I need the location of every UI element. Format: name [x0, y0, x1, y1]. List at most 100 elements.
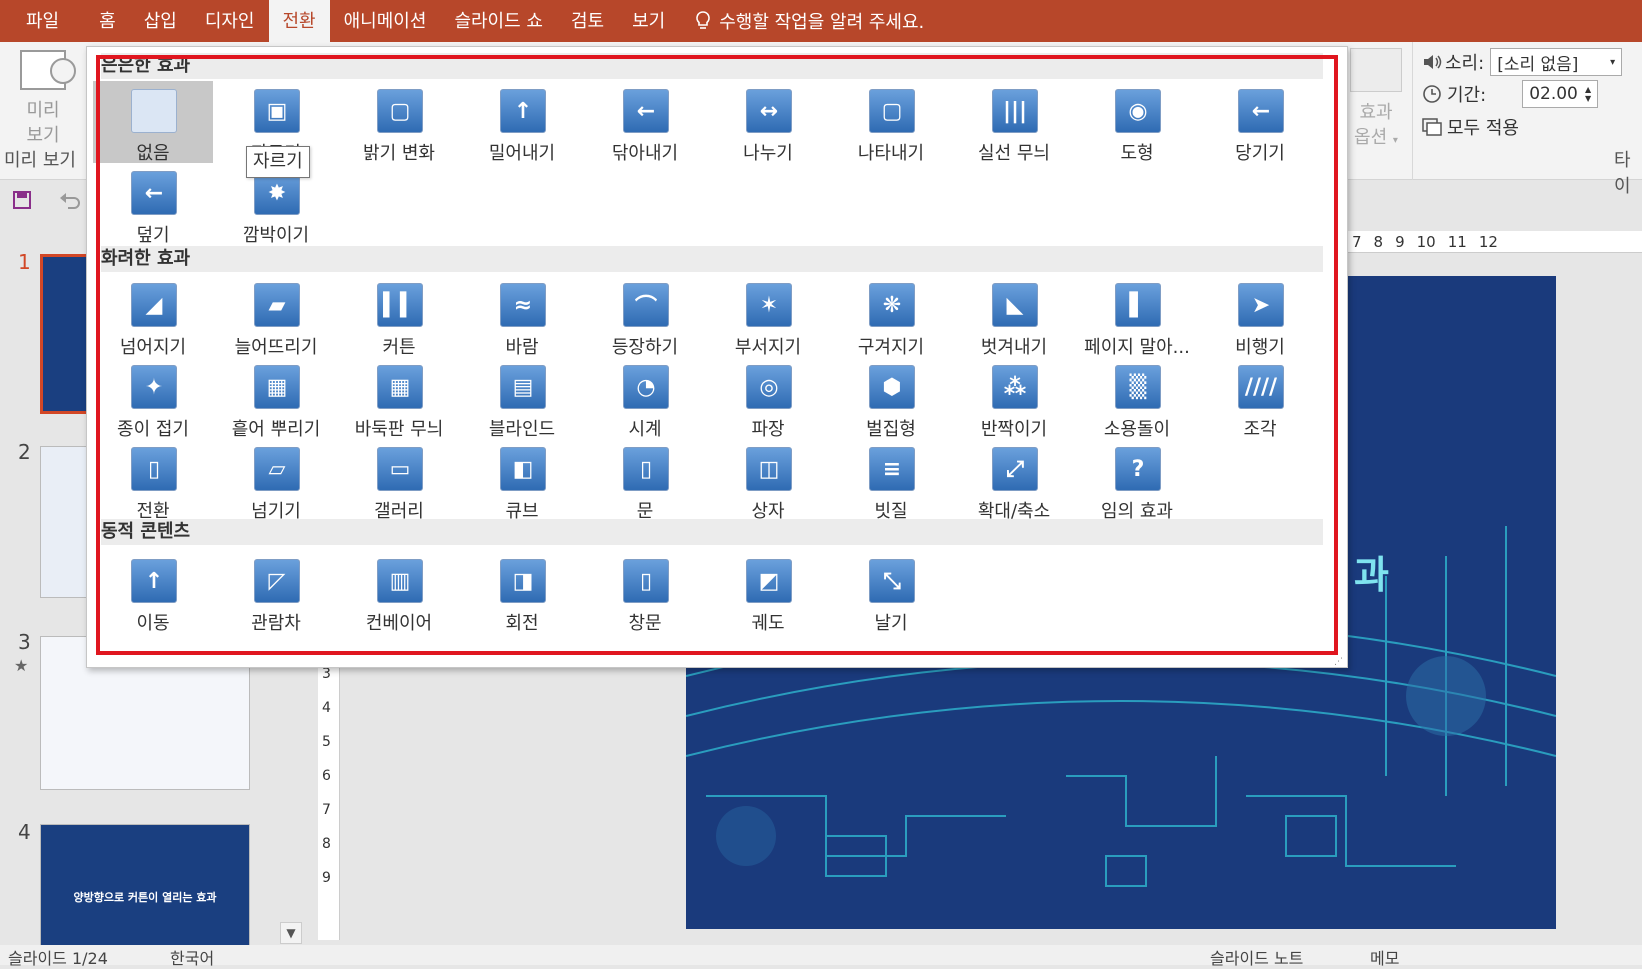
transition-item[interactable]: ▌ 페이지 말아... — [1077, 275, 1197, 358]
transition-thumbnail-icon: ▣ — [254, 89, 300, 133]
sound-dropdown[interactable]: [소리 없음] ▾ — [1490, 48, 1623, 76]
language-indicator[interactable]: 한국어 — [170, 945, 214, 969]
thumbnail-text: 양방향으로 커튼이 열리는 효과 — [73, 891, 217, 904]
transition-item[interactable]: ≡ 빗질 — [831, 439, 951, 522]
spinner-arrows-icon[interactable]: ▲ ▼ — [1585, 85, 1591, 103]
transition-label: 바둑판 무늬 — [354, 419, 444, 440]
transition-item[interactable]: ▥ 컨베이어 — [339, 551, 459, 634]
transition-item[interactable]: ◸ 관람차 — [216, 551, 336, 634]
transition-label: 시계 — [628, 419, 662, 440]
chevron-down-icon: ▾ — [1610, 56, 1616, 68]
transition-item[interactable]: ▱ 넘기기 — [216, 439, 336, 522]
transition-thumbnail-icon: ← — [623, 89, 669, 133]
transition-label: 실선 무늬 — [978, 143, 1050, 164]
transition-thumbnail-icon: ⤡ — [869, 559, 915, 603]
transition-thumbnail-icon: ≡ — [869, 447, 915, 491]
transition-item[interactable]: ▢ 밝기 변화 — [339, 81, 459, 164]
transition-item[interactable]: ← 당기기 — [1200, 81, 1320, 164]
transition-label: 관람차 — [251, 613, 301, 634]
transition-item[interactable]: ||| 실선 무늬 — [954, 81, 1074, 164]
transition-label: 회전 — [505, 613, 539, 634]
transition-item[interactable]: ▦ 바둑판 무늬 — [339, 357, 459, 440]
transition-item[interactable]: ← 덮기 — [93, 163, 213, 246]
transition-label: 부서지기 — [734, 337, 802, 358]
transition-item[interactable]: ◢ 넘어지기 — [93, 275, 213, 358]
transition-thumbnail-icon: ▢ — [377, 89, 423, 133]
transition-item[interactable]: ⁂ 반짝이기 — [954, 357, 1074, 440]
transition-item[interactable]: ≈ 바람 — [462, 275, 582, 358]
transition-label: 벌집형 — [866, 419, 916, 440]
transition-item[interactable]: ▦ 흩어 뿌리기 — [216, 357, 336, 440]
transition-item[interactable]: ↔ 나누기 — [708, 81, 828, 164]
transition-item[interactable]: ⤡ 날기 — [831, 551, 951, 634]
transition-label: 나누기 — [743, 143, 793, 164]
transition-item[interactable]: //// 조각 — [1200, 357, 1320, 440]
transition-item[interactable]: ◎ 파장 — [708, 357, 828, 440]
transition-thumbnail-icon: ▥ — [377, 559, 423, 603]
transition-item[interactable]: ? 임의 효과 — [1077, 439, 1197, 522]
transition-item[interactable]: ◩ 궤도 — [708, 551, 828, 634]
transition-thumbnail-icon: ◢ — [131, 283, 177, 327]
transition-item[interactable]: ▤ 블라인드 — [462, 357, 582, 440]
effect-options-icon — [1350, 48, 1402, 92]
comments-button[interactable]: 메모 — [1370, 945, 1399, 969]
transition-label: 컨베이어 — [365, 613, 433, 634]
transition-item[interactable]: ◨ 회전 — [462, 551, 582, 634]
transition-item[interactable]: ✦ 종이 접기 — [93, 357, 213, 440]
transition-item[interactable]: ▭ 갤러리 — [339, 439, 459, 522]
transition-item[interactable]: ✶ 부서지기 — [708, 275, 828, 358]
transition-thumbnail-icon: ▱ — [254, 447, 300, 491]
slide-thumbnail-4[interactable]: 양방향으로 커튼이 열리는 효과 — [40, 824, 250, 948]
transition-thumbnail-icon: ⌒ — [623, 283, 669, 327]
transition-label: 없음 — [136, 143, 170, 164]
transition-thumbnail-icon: ▰ — [254, 283, 300, 327]
horizontal-ruler: 7 8 9 10 11 12 — [1346, 231, 1642, 253]
transition-label: 늘어뜨리기 — [234, 337, 318, 358]
transition-item[interactable]: ❋ 구겨지기 — [831, 275, 951, 358]
transition-item[interactable]: ▯ 전환 — [93, 439, 213, 522]
transition-item[interactable]: ➤ 비행기 — [1200, 275, 1320, 358]
duration-spinner[interactable]: 02.00 ▲ ▼ — [1522, 80, 1599, 108]
transition-item[interactable]: ⬢ 벌집형 — [831, 357, 951, 440]
transition-item[interactable]: ↑ 이동 — [93, 551, 213, 634]
transition-item[interactable]: ◧ 큐브 — [462, 439, 582, 522]
transition-label: 나타내기 — [857, 143, 925, 164]
transition-thumbnail-icon: ↔ — [746, 89, 792, 133]
sound-row: 소리: [소리 없음] ▾ — [1421, 48, 1623, 76]
resize-grip-icon[interactable]: ⋰ — [1334, 658, 1344, 667]
transition-item[interactable]: ▒ 소용돌이 — [1077, 357, 1197, 440]
transition-thumbnail-icon: ◩ — [746, 559, 792, 603]
transition-thumbnail-icon: ▭ — [377, 447, 423, 491]
transition-item[interactable]: ▰ 늘어뜨리기 — [216, 275, 336, 358]
transition-item[interactable]: ⤢ 확대/축소 — [954, 439, 1074, 522]
transition-item[interactable]: ▯ 창문 — [585, 551, 705, 634]
transition-label: 날기 — [874, 613, 908, 634]
transition-item[interactable]: ▢ 나타내기 — [831, 81, 951, 164]
effect-options-button[interactable]: 효과 옵션 ▾ — [1350, 48, 1408, 178]
notes-button[interactable]: 슬라이드 노트 — [1210, 945, 1303, 969]
clock-icon — [1423, 85, 1441, 103]
transition-item[interactable]: ◉ 도형 — [1077, 81, 1197, 164]
transition-thumbnail-icon: ▒ — [1115, 365, 1161, 409]
transition-label: 궤도 — [751, 613, 785, 634]
gallery-section-header: 은은한 효과 — [101, 53, 1323, 79]
transition-item[interactable]: 없음 — [93, 81, 213, 164]
transition-item[interactable]: ⌒ 등장하기 — [585, 275, 705, 358]
thumb-number: 4 — [18, 820, 31, 844]
transition-thumbnail-icon — [131, 89, 177, 133]
transition-item[interactable]: ▍▍ 커튼 — [339, 275, 459, 358]
apply-all-button[interactable]: 모두 적용 — [1421, 114, 1519, 140]
transition-label: 파장 — [751, 419, 785, 440]
scroll-down-button[interactable]: ▼ — [280, 922, 302, 944]
transition-item[interactable]: ◫ 상자 — [708, 439, 828, 522]
transition-item[interactable]: ▯ 문 — [585, 439, 705, 522]
gallery-section-header: 화려한 효과 — [101, 246, 1323, 272]
transition-label: 넘어지기 — [119, 337, 187, 358]
transition-item[interactable]: ◣ 벗겨내기 — [954, 275, 1074, 358]
transition-item[interactable]: ◔ 시계 — [585, 357, 705, 440]
transition-item[interactable]: ← 닦아내기 — [585, 81, 705, 164]
transition-label: 당기기 — [1235, 143, 1285, 164]
apply-all-icon — [1422, 118, 1442, 136]
transition-thumbnail-icon: ✶ — [746, 283, 792, 327]
transition-item[interactable]: ↑ 밀어내기 — [462, 81, 582, 164]
